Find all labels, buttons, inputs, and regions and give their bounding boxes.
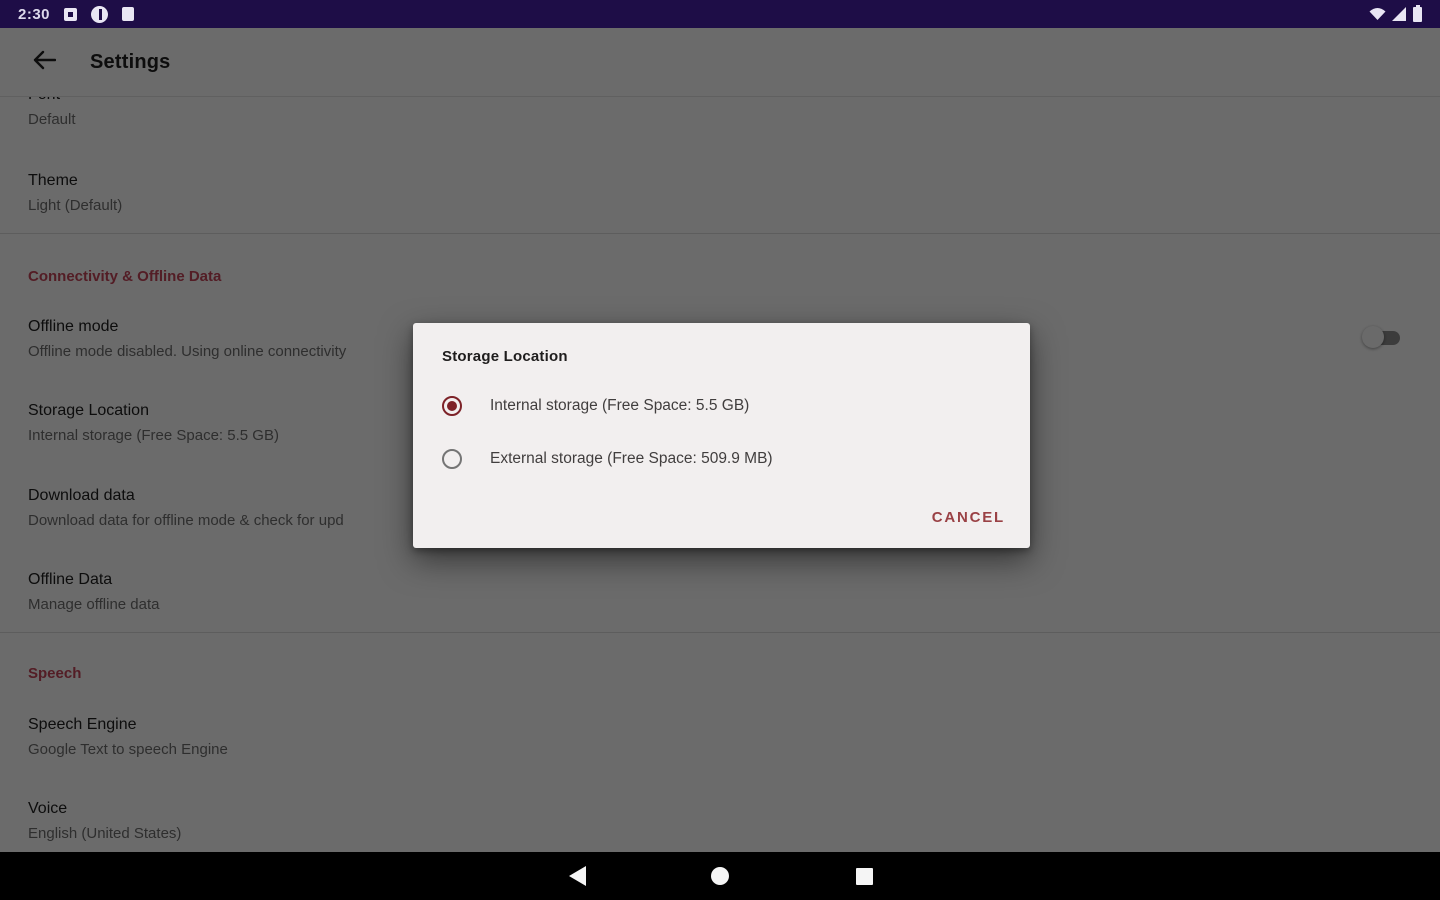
navigation-bar [0,852,1440,900]
wifi-icon [1369,7,1386,21]
cancel-button[interactable]: CANCEL [930,505,1007,530]
status-bar: 2:30 [0,0,1440,28]
nav-recents-icon [855,867,873,885]
radio-option-label: Internal storage (Free Space: 5.5 GB) [490,397,750,414]
status-time: 2:30 [18,5,51,23]
nav-back-icon [568,866,586,886]
radio-option-internal-storage[interactable]: Internal storage (Free Space: 5.5 GB) [442,394,1010,418]
status-bar-right [1369,4,1422,22]
storage-location-dialog: Storage Location Internal storage (Free … [413,323,1030,548]
radio-option-label: External storage (Free Space: 509.9 MB) [490,450,773,467]
dialog-title: Storage Location [442,348,568,365]
radio-unselected-icon[interactable] [442,449,462,469]
status-bar-left: 2:30 [18,5,135,23]
radio-selected-icon[interactable] [442,396,462,416]
nav-recents-button[interactable] [840,852,888,900]
app-notification-icon [122,7,135,21]
cell-signal-icon [1392,7,1407,21]
nav-back-button[interactable] [553,852,601,900]
screen: 2:30 Font Default Theme Light (Default) [0,0,1440,900]
app-notification-icon [91,5,109,23]
app-notification-icon [64,7,78,21]
nav-home-button[interactable] [696,852,744,900]
battery-icon [1413,4,1422,22]
nav-home-icon [711,867,729,885]
radio-option-external-storage[interactable]: External storage (Free Space: 509.9 MB) [442,447,1010,471]
